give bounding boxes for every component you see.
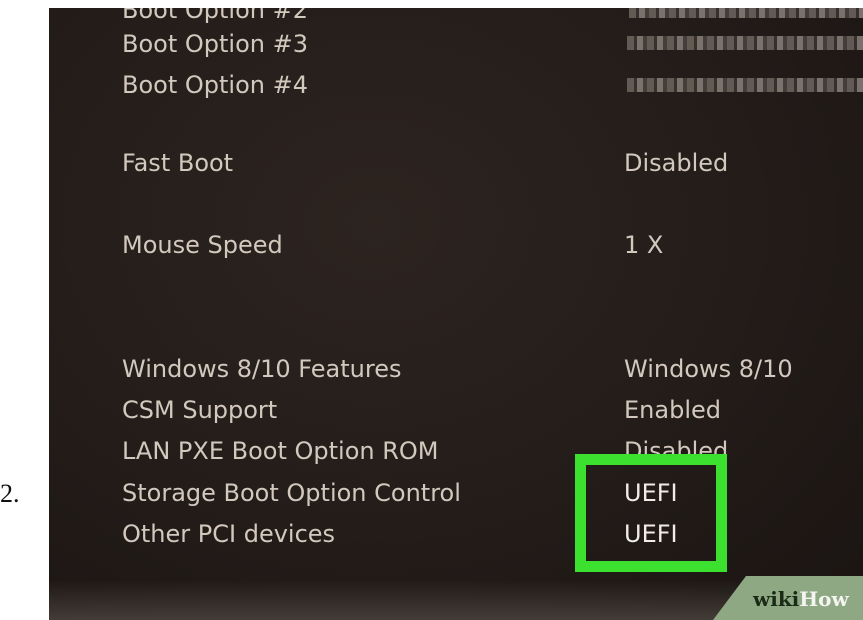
- boot-option-4-label[interactable]: Boot Option #4: [122, 73, 308, 97]
- fast-boot-label[interactable]: Fast Boot: [122, 151, 233, 175]
- boot-option-3-value-pixelated: [627, 36, 863, 50]
- highlight-box: [575, 454, 727, 572]
- fast-boot-value[interactable]: Disabled: [624, 151, 728, 175]
- bios-screen: Boot Option #2 Boot Option #3 Boot Optio…: [49, 8, 863, 620]
- csm-support-label[interactable]: CSM Support: [122, 398, 277, 422]
- windows-features-value[interactable]: Windows 8/10: [624, 357, 793, 381]
- boot-option-4-value-pixelated: [627, 78, 863, 92]
- storage-boot-label[interactable]: Storage Boot Option Control: [122, 481, 461, 505]
- boot-option-3-label[interactable]: Boot Option #3: [122, 32, 308, 56]
- boot-option-2-label[interactable]: Boot Option #2: [122, 8, 308, 22]
- mouse-speed-value[interactable]: 1 X: [624, 233, 663, 257]
- step-number: 2.: [0, 479, 20, 508]
- mouse-speed-label[interactable]: Mouse Speed: [122, 233, 283, 257]
- watermark-wiki: wiki: [753, 587, 800, 611]
- windows-features-label[interactable]: Windows 8/10 Features: [122, 357, 401, 381]
- watermark-how: How: [799, 587, 849, 611]
- other-pci-label[interactable]: Other PCI devices: [122, 522, 335, 546]
- lan-pxe-label[interactable]: LAN PXE Boot Option ROM: [122, 439, 439, 463]
- boot-option-2-value-pixelated: [629, 8, 863, 18]
- watermark-text: wikiHow: [753, 587, 849, 611]
- csm-support-value[interactable]: Enabled: [624, 398, 721, 422]
